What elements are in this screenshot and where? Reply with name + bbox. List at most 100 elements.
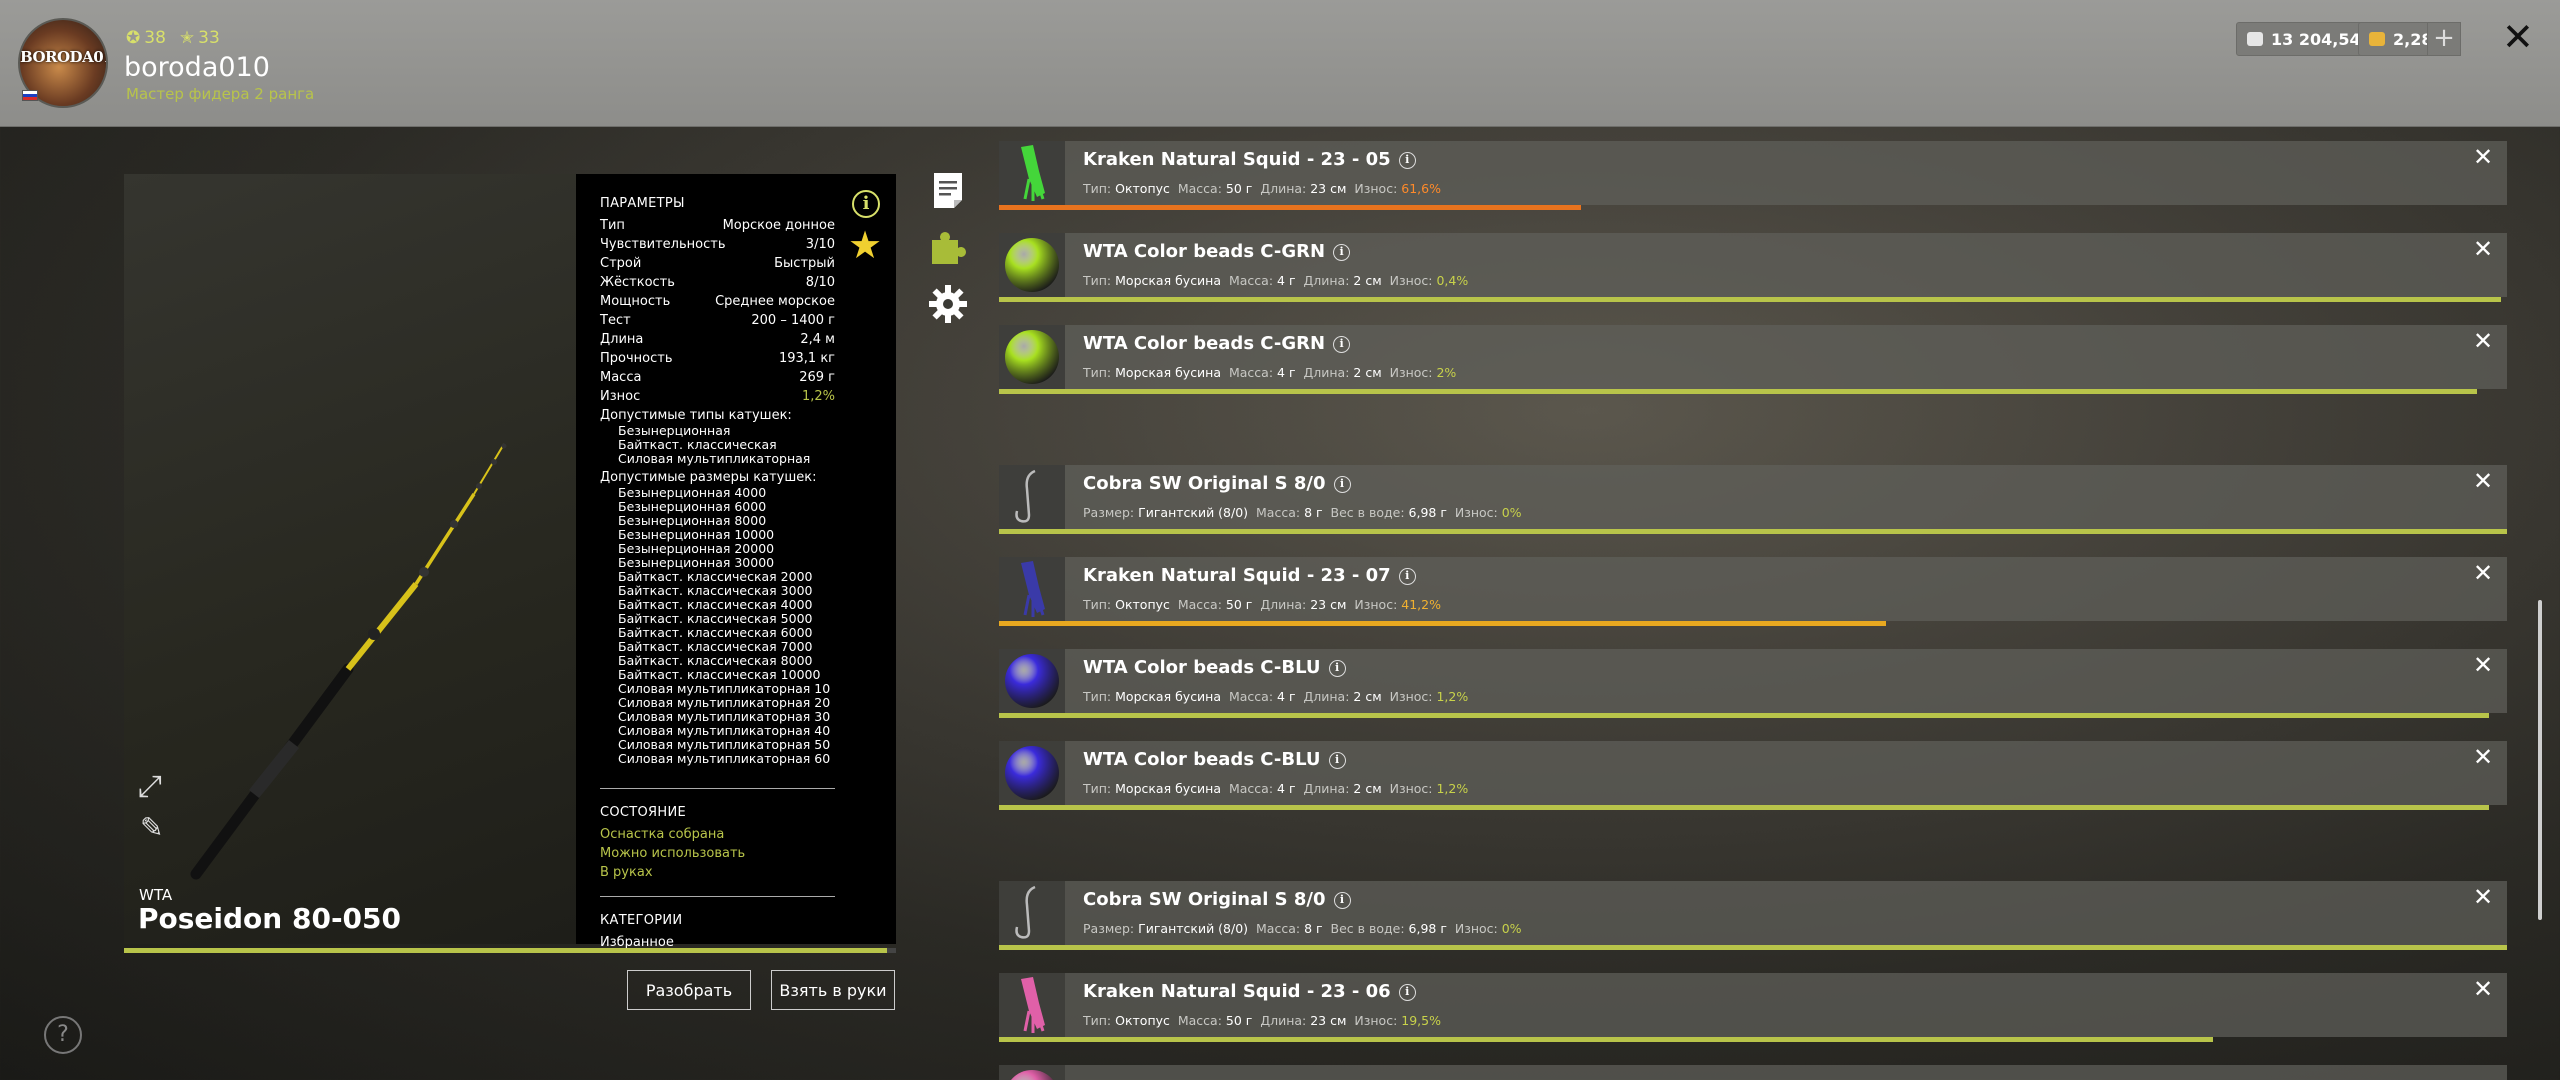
level-icon: ✪: [126, 28, 141, 48]
tackle-item[interactable]: Kraken Natural Squid - 23 - 07 i Тип: Окто…: [999, 557, 2507, 626]
item-name: Kraken Natural Squid - 23 - 07: [1083, 565, 1391, 586]
tackle-item[interactable]: WTA Color beads C-GRN i Тип: Морская бусин…: [999, 233, 2507, 302]
item-wear-fill: [999, 805, 2489, 810]
state-list: Оснастка собрана Можно использовать В рука…: [600, 825, 872, 882]
meta-label: Длина:: [1260, 1013, 1307, 1028]
meta-label: Износ:: [1454, 921, 1498, 936]
add-currency-button[interactable]: +: [2427, 22, 2461, 56]
favorite-star-icon[interactable]: ★: [848, 226, 882, 264]
item-wear: 0%: [1501, 921, 1522, 936]
tackle-item[interactable]: Kraken Natural Squid - 23 - 05 i Тип: Окто…: [999, 141, 2507, 210]
star-outline-icon: ✭: [179, 28, 195, 48]
item-mass: 8 г: [1304, 505, 1323, 520]
silver-balance[interactable]: 13 204,54: [2236, 22, 2372, 56]
item-wear-bar: [999, 1037, 2507, 1042]
meta-label: Размер:: [1083, 921, 1135, 936]
tackle-item[interactable]: WTA Color beads C-BLU i Тип: Морская бусин…: [999, 741, 2507, 810]
param-key: Тест: [600, 313, 631, 328]
item-wear-bar: [999, 945, 2507, 950]
item-mass: 50 г: [1225, 1013, 1253, 1028]
expand-icon[interactable]: ⤢: [138, 772, 162, 802]
remove-item-icon[interactable]: ✕: [2473, 329, 2493, 353]
param-key: Длина: [600, 332, 644, 347]
item-wear: 0%: [1501, 505, 1522, 520]
divider: [600, 896, 835, 897]
item-name: Kraken Natural Squid - 23 - 05: [1083, 149, 1391, 170]
remove-item-icon[interactable]: ✕: [2473, 237, 2493, 261]
reel-size-item: Байткаст. классическая 10000: [618, 667, 821, 682]
info-icon[interactable]: i: [1333, 892, 1351, 909]
remove-item-icon[interactable]: ✕: [2473, 745, 2493, 769]
remove-item-icon[interactable]: ✕: [2473, 561, 2493, 585]
info-icon[interactable]: i: [1398, 984, 1416, 1001]
item-wear-bar: [999, 205, 2507, 210]
tackle-item[interactable]: WTA Color beads C-BLU i Тип: Морская бусин…: [999, 649, 2507, 718]
reel-size-item: Байткаст. классическая 6000: [618, 625, 813, 640]
info-icon[interactable]: i: [1398, 152, 1416, 169]
info-icon[interactable]: i: [1333, 476, 1351, 493]
item-name: WTA Color beads C-GRN: [1083, 241, 1326, 262]
bead-thumbnail-icon: [999, 741, 1065, 805]
meta-label: Масса:: [1177, 597, 1222, 612]
tackle-item[interactable]: Cobra SW Original S 8/0 i Размер: Гигантск…: [999, 465, 2507, 534]
item-title: Kraken Natural Squid - 23 - 07 i: [1083, 565, 1416, 586]
param-row: Масса 269 г: [600, 368, 835, 387]
reel-size-item: Безынерционная 8000: [618, 513, 767, 528]
meta-label: Износ:: [1454, 505, 1498, 520]
tackle-item[interactable]: Cobra SW Original S 8/0 i Размер: Гигантск…: [999, 881, 2507, 950]
item-meta: Размер: Гигантский (8/0) Масса: 8 г Вес …: [1083, 921, 1522, 936]
remove-item-icon[interactable]: ✕: [2473, 885, 2493, 909]
puzzle-icon[interactable]: [928, 226, 968, 266]
info-icon[interactable]: i: [1328, 660, 1346, 677]
param-row: Износ 1,2%: [600, 387, 835, 406]
info-icon[interactable]: i: [1328, 752, 1346, 769]
item-title: Kraken Natural Squid - 23 - 06 i: [1083, 981, 1416, 1002]
meta-label: Масса:: [1256, 921, 1301, 936]
tackle-item[interactable]: WTA Color beads C-GRN i Тип: Морская бусин…: [999, 325, 2507, 394]
meta-label: Тип:: [1083, 181, 1112, 196]
info-icon[interactable]: i: [852, 190, 880, 218]
reel-size-item: Байткаст. классическая 5000: [618, 611, 813, 626]
rod-name: Poseidon 80-050: [138, 902, 402, 935]
item-type: Октопус: [1115, 597, 1170, 612]
gear-icon[interactable]: [928, 284, 968, 324]
state-item: В руках: [600, 865, 653, 880]
item-wear-bar: [999, 805, 2507, 810]
reel-size-item: Байткаст. классическая 7000: [618, 639, 813, 654]
tackle-item[interactable]: [999, 1065, 2507, 1080]
item-mass: 50 г: [1225, 597, 1253, 612]
info-icon[interactable]: i: [1398, 568, 1416, 585]
remove-item-icon[interactable]: ✕: [2473, 469, 2493, 493]
param-key: Чувствительность: [600, 237, 726, 252]
tackle-item[interactable]: Kraken Natural Squid - 23 - 06 i Тип: Окто…: [999, 973, 2507, 1042]
param-value: Среднее морское: [715, 294, 835, 309]
meta-label: Длина:: [1260, 181, 1307, 196]
player-rank: Мастер фидера 2 ранга: [126, 85, 315, 103]
remove-item-icon[interactable]: ✕: [2473, 653, 2493, 677]
info-icon[interactable]: i: [1333, 336, 1351, 353]
info-icon[interactable]: i: [1333, 244, 1351, 261]
item-wear: 2%: [1436, 365, 1457, 380]
param-row: Тип Морское донное: [600, 216, 835, 235]
item-length: 2 см: [1353, 781, 1382, 796]
disassemble-button[interactable]: Разобрать: [627, 970, 751, 1010]
notes-icon[interactable]: [928, 170, 968, 210]
meta-label: Длина:: [1303, 273, 1350, 288]
remove-item-icon[interactable]: ✕: [2473, 145, 2493, 169]
help-icon[interactable]: ?: [44, 1016, 82, 1054]
rod-preview[interactable]: [124, 174, 576, 944]
item-name: Cobra SW Original S 8/0: [1083, 889, 1326, 910]
close-icon[interactable]: ✕: [2502, 18, 2534, 56]
meta-label: Масса:: [1177, 181, 1222, 196]
take-in-hands-button[interactable]: Взять в руки: [771, 970, 895, 1010]
param-row: Прочность 193,1 кг: [600, 349, 835, 368]
pencil-icon[interactable]: ✎: [140, 814, 163, 842]
item-type: Морская бусина: [1115, 689, 1222, 704]
meta-label: Масса:: [1228, 365, 1274, 380]
meta-label: Тип:: [1083, 365, 1112, 380]
parameters-list: Тип Морское донное Чувствительность 3/10 Стр…: [600, 216, 872, 406]
reel-size-item: Байткаст. классическая 4000: [618, 597, 813, 612]
reel-types-list: Безынерционная Байткаст. классическая Сило…: [600, 424, 872, 466]
scrollbar[interactable]: [2538, 600, 2542, 920]
remove-item-icon[interactable]: ✕: [2473, 977, 2493, 1001]
